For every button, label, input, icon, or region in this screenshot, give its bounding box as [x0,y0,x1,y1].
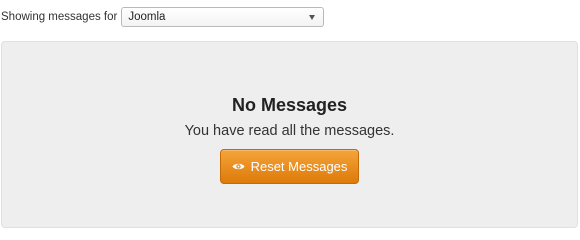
reset-messages-button[interactable]: Reset Messages [220,149,359,184]
eye-icon [232,162,245,171]
extension-select-value: Joomla [128,11,166,23]
messages-panel: No Messages You have read all the messag… [1,41,578,228]
filter-label: Showing messages for [1,11,118,23]
message-filter: Showing messages for Joomla [1,6,325,28]
reset-button-label: Reset Messages [250,159,348,174]
extension-select[interactable]: Joomla [121,7,325,27]
empty-title: No Messages [231,95,348,115]
chevron-down-icon [309,15,316,20]
empty-message: You have read all the messages. [184,123,395,139]
